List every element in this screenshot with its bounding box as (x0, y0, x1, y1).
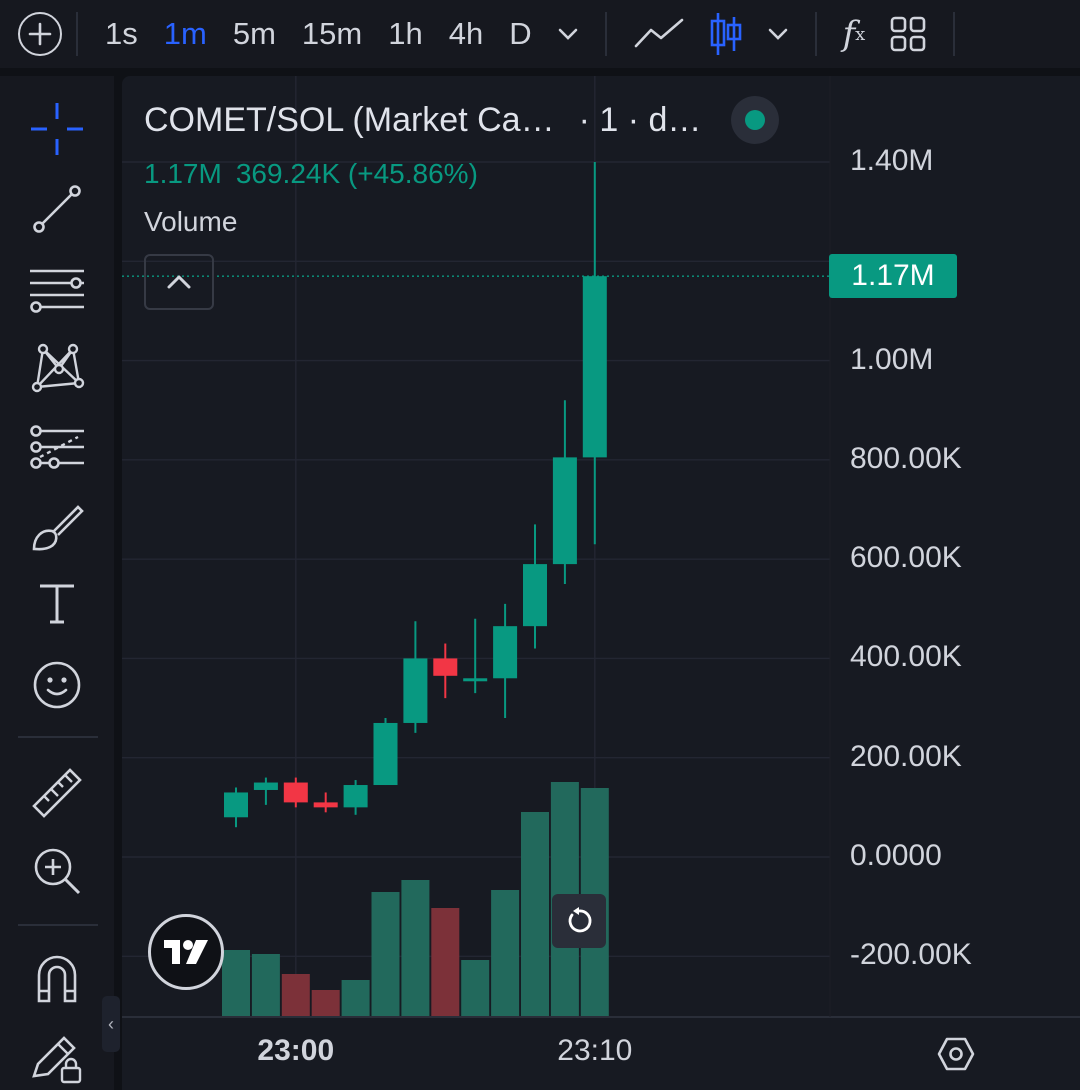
reset-icon (568, 907, 592, 933)
price-axis-label: 400.00K (850, 640, 962, 674)
price-axis-label: 200.00K (850, 739, 962, 773)
toolbar-divider (76, 12, 78, 56)
chart-type-dropdown-chevron-icon[interactable] (767, 27, 789, 41)
legend-last-value: 1.17M (144, 158, 222, 189)
symbol-title-row: COMET/SOL (Market Ca… · 1 · d… (144, 96, 780, 144)
zoom-in-icon[interactable] (24, 838, 90, 904)
price-axis-label: 1.40M (850, 144, 934, 177)
volume-bar (251, 954, 280, 1016)
layout-grid-icon[interactable] (889, 15, 927, 53)
market-status-icon[interactable] (731, 96, 780, 144)
toolbar-divider (953, 12, 956, 56)
volume-indicator-label[interactable]: Volume (144, 206, 779, 238)
candle-body (224, 792, 248, 818)
top-toolbar: 1s 1m 5m 15m 1h 4h D fx (0, 0, 1080, 68)
chart-legend: COMET/SOL (Market Ca… · 1 · d… 1.17M 369.… (144, 96, 780, 310)
volume-bar (491, 890, 520, 1016)
interval-1h[interactable]: 1h (375, 16, 435, 52)
interval-dropdown-chevron-icon[interactable] (557, 27, 579, 41)
collapse-toolbar-button[interactable]: ‹ (102, 996, 120, 1052)
crosshair-icon[interactable] (24, 96, 90, 162)
candle-body (253, 782, 278, 790)
reset-chart-button[interactable] (552, 894, 606, 948)
chart-settings-icon[interactable] (934, 1032, 978, 1076)
market-status-dot (745, 110, 766, 130)
indicators-fx-icon[interactable]: fx (843, 14, 866, 54)
price-axis-label: -200.00K (850, 938, 972, 972)
forecasting-tool-icon[interactable] (24, 414, 90, 480)
legend-values: 1.17M 369.24K (+45.86%) (144, 158, 779, 190)
add-symbol-button[interactable] (18, 12, 62, 56)
fx-label: f (842, 14, 856, 54)
volume-bar (521, 812, 549, 1016)
plus-icon (28, 22, 52, 46)
volume-bar (341, 980, 370, 1016)
fib-retracement-icon[interactable] (24, 256, 90, 322)
fx-sub-label: x (855, 23, 866, 45)
price-axis-label: 600.00K (850, 541, 962, 575)
lock-drawings-icon[interactable] (24, 1024, 90, 1090)
volume-bar (461, 960, 490, 1016)
symbol-meta: · 1 · d… (578, 100, 702, 139)
candle-body (433, 658, 458, 676)
toolbar-divider (18, 736, 98, 738)
interval-1m[interactable]: 1m (151, 16, 220, 52)
tradingview-logo[interactable] (148, 914, 224, 990)
legend-change: 369.24K (+45.86%) (235, 158, 478, 189)
volume-bar (222, 950, 250, 1016)
price-axis-label: 800.00K (850, 441, 962, 475)
candle-body (493, 626, 518, 679)
collapse-legend-button[interactable] (144, 254, 214, 310)
pattern-tool-icon[interactable] (24, 334, 90, 400)
interval-1s[interactable]: 1s (92, 16, 151, 52)
time-axis-label: 23:10 (557, 1034, 633, 1067)
candle-body (373, 722, 398, 786)
chart-panel[interactable]: COMET/SOL (Market Ca… · 1 · d… 1.17M 369.… (122, 76, 1080, 1090)
candle-body (343, 785, 368, 808)
toolbar-divider (604, 12, 607, 56)
text-tool-icon[interactable] (24, 570, 90, 636)
volume-bar (401, 880, 430, 1016)
line-chart-type-icon[interactable] (633, 16, 685, 52)
candle-body (463, 678, 488, 682)
interval-5m[interactable]: 5m (220, 16, 289, 52)
volume-bar (311, 990, 340, 1016)
last-price-label: 1.17M (829, 254, 957, 299)
magnet-icon[interactable] (24, 946, 90, 1012)
trend-line-icon[interactable] (24, 176, 90, 242)
price-axis-label: 0.0000 (850, 839, 942, 872)
brush-icon[interactable] (24, 494, 90, 560)
volume-bar (371, 892, 400, 1016)
volume-bar (431, 908, 460, 1016)
candlestick-chart-type-icon[interactable] (709, 11, 743, 57)
drawing-toolbar (0, 76, 114, 1090)
volume-bar (281, 974, 310, 1016)
toolbar-divider (18, 924, 98, 926)
ruler-icon[interactable] (24, 760, 90, 826)
interval-4h[interactable]: 4h (436, 16, 496, 52)
interval-15m[interactable]: 15m (289, 16, 375, 52)
candle-body (523, 564, 547, 627)
tradingview-logo-icon (164, 940, 208, 964)
candle-body (403, 658, 428, 723)
candle-body (283, 782, 308, 803)
symbol-title[interactable]: COMET/SOL (Market Ca… (144, 101, 555, 140)
price-axis-label: 1.00M (850, 342, 934, 376)
interval-selector: 1s 1m 5m 15m 1h 4h D (92, 16, 545, 52)
chevron-up-icon (167, 275, 191, 289)
toolbar-divider (814, 12, 817, 56)
candle-body (552, 457, 577, 565)
interval-D[interactable]: D (496, 16, 544, 52)
emoji-icon[interactable] (24, 652, 90, 718)
candle-body (313, 802, 338, 808)
time-axis-label: 23:00 (257, 1034, 335, 1067)
